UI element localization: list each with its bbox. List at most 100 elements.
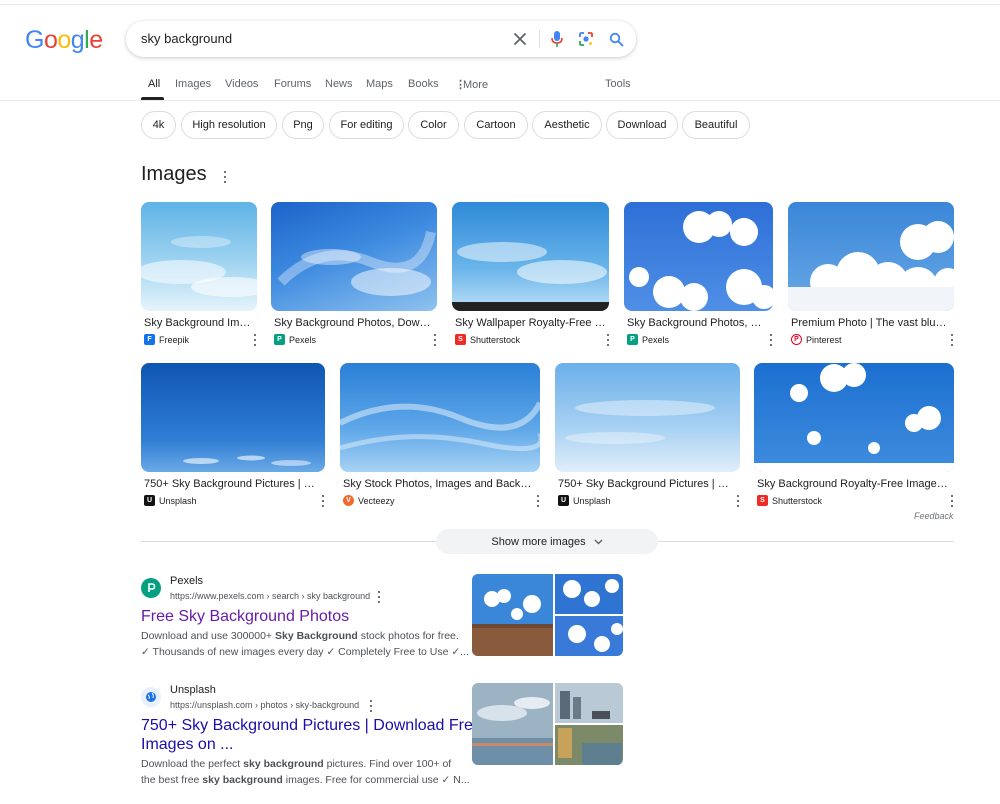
image-result-thumbnail[interactable] [624,202,773,311]
result-thumbnail-grid[interactable] [472,683,623,765]
image-result-title[interactable]: Sky Background Photos, Do... [627,317,769,329]
tab-books[interactable]: Books [408,78,439,90]
more-options-icon[interactable] [533,495,543,507]
image-result-title[interactable]: Sky Background Photos, Downlo... [274,317,434,329]
search-input[interactable]: sky background [141,31,232,46]
image-result-title[interactable]: Sky Background Imag... [144,317,256,329]
show-more-label: Show more images [491,535,586,548]
image-result-title[interactable]: 750+ Sky Background Pictures | Dow... [144,478,320,490]
result-title-link[interactable]: 750+ Sky Background Pictures | Download … [141,716,482,735]
snippet-bold: Sky Background [274,630,358,642]
result-site-name[interactable]: Unsplash [170,684,216,696]
image-result-thumbnail[interactable] [788,202,954,311]
chip-high-resolution[interactable]: High resolution [181,111,277,139]
search-box[interactable]: sky background [126,21,636,57]
result-title-link-continued[interactable]: Images on ... [141,735,234,754]
source-name: Pinterest [806,334,842,345]
image-result-thumbnail[interactable] [555,363,740,472]
google-logo[interactable]: Google [25,26,103,55]
tab-news[interactable]: News [325,78,353,90]
pexels-favicon-icon [141,578,161,598]
image-result-title[interactable]: Sky Stock Photos, Images and Backgrou... [343,478,537,490]
tab-tools[interactable]: Tools [605,78,631,90]
images-section-menu-icon[interactable] [220,171,230,183]
image-result-source[interactable]: P Pexels [274,334,316,345]
result-snippet: the best free sky background images. Fre… [141,772,470,788]
logo-letter: G [25,26,44,54]
tabs-divider [0,100,1000,101]
image-result-thumbnail[interactable] [141,202,257,311]
more-options-icon[interactable] [603,334,613,346]
tab-more[interactable]: ⋮More [455,78,488,91]
image-result-source[interactable]: F Freepik [144,334,189,345]
snippet-text: Download the perfect [141,758,244,770]
image-result-source[interactable]: P Pexels [627,334,669,345]
feedback-link[interactable]: Feedback [914,511,954,521]
snippet-text: pictures. Find over 100+ of [323,758,452,770]
more-options-icon[interactable] [250,334,260,346]
show-more-images-button[interactable]: Show more images [436,529,658,554]
result-thumbnail-grid[interactable] [472,574,623,656]
chip-for-editing[interactable]: For editing [329,111,404,139]
tab-videos[interactable]: Videos [225,78,258,90]
microphone-icon[interactable] [547,29,567,49]
pinterest-favicon-icon: P [791,334,802,345]
more-options-icon[interactable] [733,495,743,507]
chip-aesthetic[interactable]: Aesthetic [532,111,602,139]
logo-letter: e [89,26,103,54]
result-url[interactable]: https://unsplash.com › photos › sky-back… [170,700,359,710]
image-result-source[interactable]: S Shutterstock [455,334,520,345]
close-icon[interactable] [510,29,530,49]
image-result-source[interactable]: V Vecteezy [343,495,395,506]
more-options-icon[interactable] [430,334,440,346]
tab-all[interactable]: All [148,78,160,90]
source-name: Freepik [159,334,190,345]
image-result-source[interactable]: U Unsplash [144,495,197,506]
image-result-title[interactable]: Sky Background Royalty-Free Images, S... [757,478,949,490]
image-result-thumbnail[interactable] [340,363,540,472]
more-options-icon[interactable] [374,591,384,603]
result-site-name[interactable]: Pexels [170,575,203,587]
chip-beautiful[interactable]: Beautiful [682,111,750,139]
image-result-title[interactable]: 750+ Sky Background Pictures | Dow... [558,478,734,490]
result-snippet: Download the perfect sky background pict… [141,756,451,772]
image-result-thumbnail[interactable] [271,202,437,311]
source-name: Unsplash [573,495,611,506]
tab-images[interactable]: Images [175,78,211,90]
chip-4k[interactable]: 4k [141,111,176,139]
chip-download[interactable]: Download [606,111,678,139]
chip-png[interactable]: Png [282,111,324,139]
search-divider [539,30,540,48]
result-snippet: ✓ Thousands of new images every day ✓ Co… [141,646,469,658]
result-url[interactable]: https://www.pexels.com › search › sky ba… [170,591,370,601]
more-options-icon[interactable] [766,334,776,346]
image-result-title[interactable]: Premium Photo | The vast blue sk... [791,317,951,329]
pexels-favicon-icon: P [627,334,638,345]
image-result-source[interactable]: S Shutterstock [757,495,822,506]
image-result-title[interactable]: Sky Wallpaper Royalty-Free Im... [455,317,607,329]
unsplash-favicon-icon: U [558,495,569,506]
tab-maps[interactable]: Maps [366,78,393,90]
search-tabs: All Images Videos Forums News Maps Books… [141,78,641,94]
search-icon[interactable] [606,29,626,49]
more-options-icon[interactable] [366,700,376,712]
chip-cartoon[interactable]: Cartoon [464,111,528,139]
image-result-thumbnail[interactable] [141,363,325,472]
more-options-icon[interactable] [947,495,957,507]
tab-more-label: More [463,79,489,91]
source-name: Pexels [289,334,317,345]
tab-forums[interactable]: Forums [274,78,311,90]
image-result-thumbnail[interactable] [754,363,954,472]
image-result-source[interactable]: P Pinterest [791,334,842,345]
more-options-icon[interactable] [947,334,957,346]
snippet-text: stock photos for free. [357,630,459,642]
image-result-thumbnail[interactable] [452,202,609,311]
chip-color[interactable]: Color [408,111,459,139]
image-result-source[interactable]: U Unsplash [558,495,611,506]
result-title-link[interactable]: Free Sky Background Photos [141,607,349,626]
snippet-text: the best free [141,774,203,786]
shutterstock-favicon-icon: S [455,334,466,345]
chevron-down-icon [594,539,603,544]
more-options-icon[interactable] [318,495,328,507]
lens-icon[interactable] [576,29,596,49]
